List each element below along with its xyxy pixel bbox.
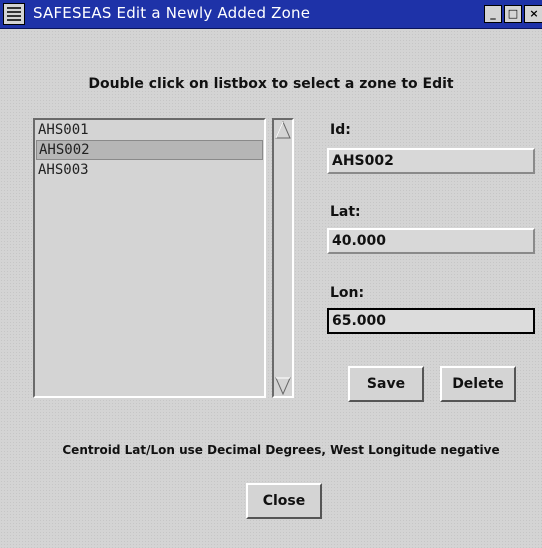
window-title: SAFESEAS Edit a Newly Added Zone — [33, 4, 311, 22]
coordinate-note: Centroid Lat/Lon use Decimal Degrees, We… — [62, 443, 500, 457]
lat-field[interactable] — [327, 228, 535, 254]
close-button[interactable]: Close — [246, 483, 322, 519]
dialog-window: SAFESEAS Edit a Newly Added Zone _ □ × D… — [0, 0, 542, 548]
scroll-up-arrow-icon[interactable] — [274, 120, 292, 140]
list-item[interactable]: AHS003 — [35, 160, 264, 180]
instruction-heading: Double click on listbox to select a zone… — [88, 76, 454, 92]
close-window-icon[interactable]: × — [524, 5, 542, 23]
lon-label: Lon: — [330, 285, 365, 301]
lat-label: Lat: — [330, 204, 361, 220]
scroll-down-arrow-icon[interactable] — [274, 376, 292, 396]
save-button[interactable]: Save — [348, 366, 424, 402]
list-item[interactable]: AHS001 — [35, 120, 264, 140]
zone-listbox[interactable]: AHS001 AHS002 AHS003 — [33, 118, 266, 398]
minimize-icon[interactable]: _ — [484, 5, 502, 23]
listbox-scrollbar[interactable] — [272, 118, 294, 398]
window-menu-icon[interactable] — [3, 3, 25, 25]
id-label: Id: — [330, 122, 351, 138]
list-item-selected[interactable]: AHS002 — [36, 140, 263, 160]
title-bar[interactable]: SAFESEAS Edit a Newly Added Zone _ □ × — [0, 0, 542, 29]
maximize-icon[interactable]: □ — [504, 5, 522, 23]
lon-field[interactable] — [327, 308, 535, 334]
delete-button[interactable]: Delete — [440, 366, 516, 402]
id-field[interactable] — [327, 148, 535, 174]
